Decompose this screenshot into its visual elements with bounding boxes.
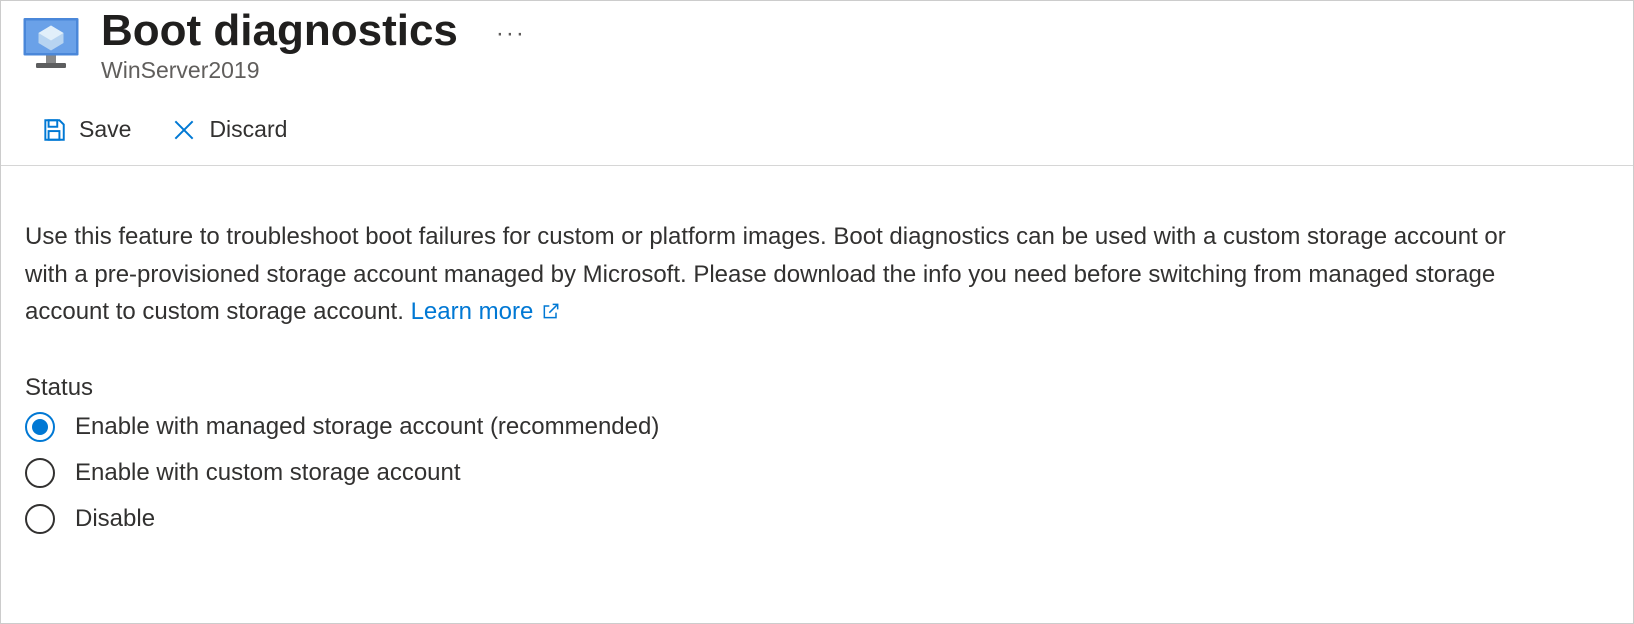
boot-diagnostics-panel: Boot diagnostics ··· WinServer2019 Save (0, 0, 1634, 624)
toolbar: Save Discard (1, 84, 1633, 166)
save-icon (41, 117, 67, 143)
radio-dot (32, 419, 48, 435)
discard-button[interactable]: Discard (165, 112, 293, 147)
status-radio-group: Enable with managed storage account (rec… (25, 412, 1609, 534)
more-actions-button[interactable]: ··· (488, 22, 534, 46)
header-row: Boot diagnostics ··· WinServer2019 (1, 1, 1633, 84)
status-label: Status (25, 374, 1609, 402)
title-block: Boot diagnostics ··· WinServer2019 (101, 7, 534, 84)
save-button-label: Save (79, 116, 131, 143)
description-block: Use this feature to troubleshoot boot fa… (25, 218, 1525, 330)
learn-more-link[interactable]: Learn more (411, 293, 562, 330)
vm-resource-icon (21, 13, 81, 73)
radio-indicator (25, 458, 55, 488)
resource-name: WinServer2019 (101, 57, 534, 84)
radio-label: Disable (75, 505, 155, 533)
radio-indicator (25, 412, 55, 442)
radio-label: Enable with custom storage account (75, 459, 461, 487)
external-link-icon (541, 301, 561, 321)
content-area: Use this feature to troubleshoot boot fa… (1, 166, 1633, 558)
learn-more-label: Learn more (411, 293, 534, 330)
description-text: Use this feature to troubleshoot boot fa… (25, 223, 1506, 324)
page-title: Boot diagnostics (101, 7, 458, 55)
radio-option-managed[interactable]: Enable with managed storage account (rec… (25, 412, 1609, 442)
radio-indicator (25, 504, 55, 534)
save-button[interactable]: Save (35, 112, 137, 147)
radio-option-disable[interactable]: Disable (25, 504, 1609, 534)
status-section: Status Enable with managed storage accou… (25, 374, 1609, 534)
discard-button-label: Discard (209, 116, 287, 143)
radio-label: Enable with managed storage account (rec… (75, 413, 659, 441)
radio-option-custom[interactable]: Enable with custom storage account (25, 458, 1609, 488)
close-icon (171, 117, 197, 143)
